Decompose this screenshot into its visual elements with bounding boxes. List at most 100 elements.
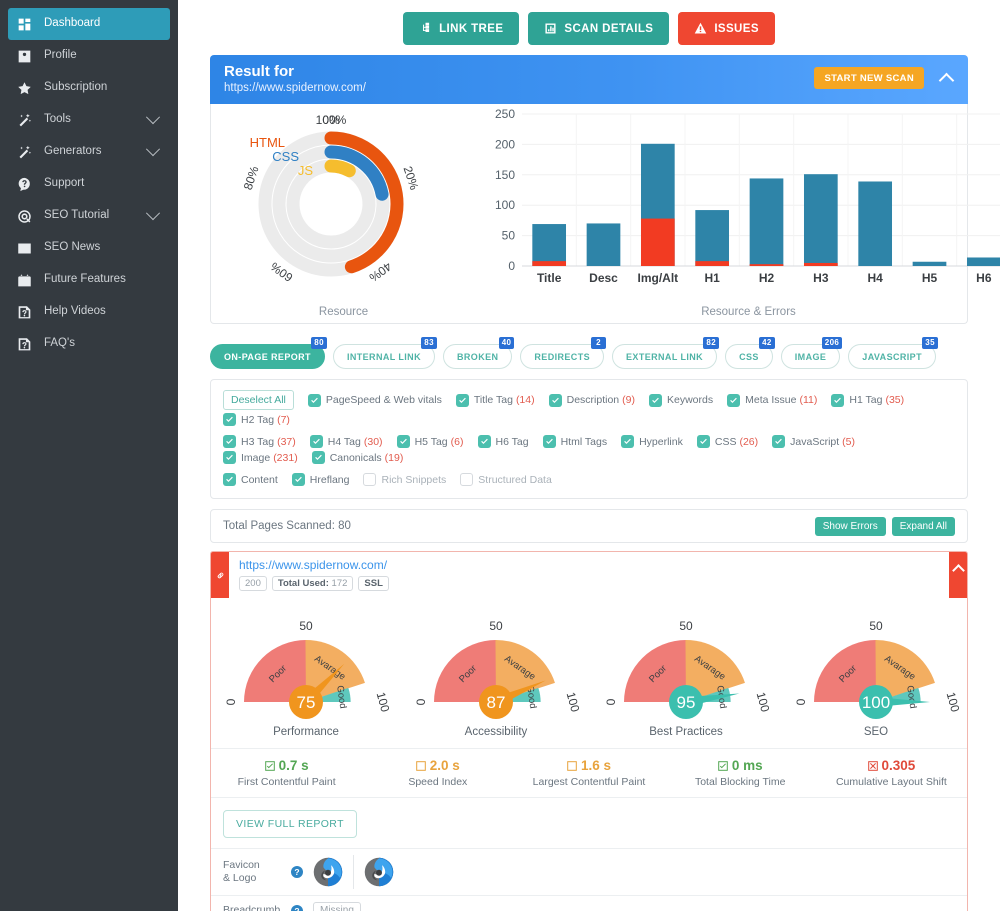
sidebar-item-seo-news[interactable]: SEO News [8, 232, 170, 264]
tab-label: IMAGE [794, 351, 827, 362]
grid-icon [16, 16, 33, 33]
filter-checkbox-javascript[interactable]: JavaScript (5) [772, 435, 855, 448]
checked-checkbox-icon [831, 393, 845, 407]
topbar-issues-button[interactable]: ISSUES [678, 12, 775, 45]
page-result-body: Poor Avarage Good 0 50 100 75 Performance Poor Av… [211, 598, 967, 911]
bar-chart-svg: 0 50 100 150 200 250 Title Desc Img/Alt H1 H2 H3 H4 H… [495, 107, 1000, 285]
sidebar-item-subscription[interactable]: Subscription [8, 72, 170, 104]
checked-checkbox-icon [772, 435, 786, 448]
bar-segment-errors [695, 261, 730, 266]
sidebar-item-support[interactable]: Support [8, 168, 170, 200]
tab-badge: 80 [311, 337, 327, 349]
expand-all-button[interactable]: Expand All [891, 516, 955, 536]
page-result-url[interactable]: https://www.spidernow.com/ [239, 558, 939, 572]
tab-javascript[interactable]: JAVASCRIPT 35 [848, 337, 938, 369]
filter-label: Description [566, 394, 620, 406]
sidebar-item-help-videos[interactable]: Help Videos [8, 296, 170, 328]
filter-checkbox-h1-tag[interactable]: H1 Tag (35) [831, 393, 904, 407]
deselect-all-button[interactable]: Deselect All [223, 390, 294, 410]
chevron-down-icon[interactable] [145, 206, 161, 221]
tab-broken[interactable]: BROKEN 40 [443, 337, 515, 369]
filter-label: PageSpeed & Web vitals [325, 394, 442, 406]
filter-checkbox-h3-tag[interactable]: H3 Tag (37) [223, 435, 296, 448]
filter-label: H2 Tag [241, 413, 275, 426]
filter-checkbox-pagespeed-web-vitals[interactable]: PageSpeed & Web vitals [307, 393, 442, 407]
filter-checkbox-h2-tag[interactable]: H2 Tag (7) [223, 413, 290, 426]
sidebar-item-generators[interactable]: Generators [8, 136, 170, 168]
filter-row: Deselect All PageSpeed & Web vitals Title … [223, 390, 955, 426]
filter-label: H4 Tag [327, 435, 361, 448]
tab-on-page-report[interactable]: ON-PAGE REPORT 80 [210, 337, 327, 369]
result-header: Result for https://www.spidernow.com/ ST… [210, 55, 968, 104]
metric-label: First Contentful Paint [237, 776, 336, 788]
collapse-row-button[interactable] [949, 552, 967, 598]
metric-value-wrap: 1.6 s [513, 758, 664, 773]
topbar-link-tree-button[interactable]: LINK TREE [403, 12, 520, 45]
filter-checkbox-html-tags[interactable]: Html Tags [542, 435, 607, 448]
show-errors-button[interactable]: Show Errors [814, 516, 886, 536]
view-full-report-button[interactable]: VIEW FULL REPORT [223, 810, 357, 838]
sidebar-item-profile[interactable]: Profile [8, 40, 170, 72]
tab-external-link[interactable]: EXTERNAL LINK 82 [612, 337, 720, 369]
gauge-label: SEO [863, 726, 889, 738]
page-result-info: https://www.spidernow.com/ 200 Total Use… [229, 552, 949, 598]
chevron-down-icon[interactable] [145, 110, 161, 125]
sidebar-item-dashboard[interactable]: Dashboard [8, 8, 170, 40]
filter-checkbox-h5-tag[interactable]: H5 Tag (6) [396, 435, 464, 448]
gauge-mid-label: 50 [679, 619, 693, 633]
total-used-tag: Total Used: 172 [271, 576, 354, 591]
filter-label: JavaScript [790, 435, 840, 448]
filter-checkbox-hyperlink[interactable]: Hyperlink [621, 435, 683, 448]
chevron-down-icon[interactable] [145, 142, 161, 157]
sidebar-item-tools[interactable]: Tools [8, 104, 170, 136]
radial-series-label: HTML [250, 135, 285, 150]
gauge-max-label: 100 [374, 691, 393, 714]
tab-redirects[interactable]: REDIRECTS 2 [520, 337, 607, 369]
filter-checkbox-content[interactable]: Content [223, 473, 278, 486]
tab-badge: 42 [759, 337, 775, 349]
filter-label: Hreflang [309, 473, 350, 486]
gauge-value: 87 [487, 693, 506, 712]
favicon-logo-label: Favicon & Logo [223, 858, 260, 884]
metric-label: Cumulative Layout Shift [835, 776, 947, 788]
metric-largest-contentful-paint: 1.6 s Largest Contentful Paint [513, 758, 664, 788]
bar-y-tick: 100 [495, 198, 515, 212]
tab-image[interactable]: IMAGE 206 [780, 337, 843, 369]
filter-checkbox-hreflang[interactable]: Hreflang [291, 473, 350, 486]
checked-checkbox-icon [307, 393, 321, 407]
sidebar-item-label: Profile [44, 49, 77, 62]
sidebar-item-label: Dashboard [44, 17, 101, 30]
gauge-min-label: 0 [224, 698, 238, 705]
x-square-icon [867, 760, 878, 771]
sidebar-item-faq-s[interactable]: FAQ's [8, 328, 170, 360]
filter-checkbox-h4-tag[interactable]: H4 Tag (30) [309, 435, 383, 448]
filter-checkbox-title-tag[interactable]: Title Tag (14) [455, 393, 535, 407]
start-new-scan-button[interactable]: START NEW SCAN [814, 67, 924, 89]
filter-checkbox-keywords[interactable]: Keywords [649, 393, 713, 407]
bar-segment-total [586, 223, 621, 266]
tab-css[interactable]: CSS 42 [725, 337, 775, 369]
gauge-seo: Poor Avarage Good 0 50 100 100 SEO [781, 604, 967, 738]
topbar-scan-details-button[interactable]: SCAN DETAILS [528, 12, 670, 45]
filter-checkbox-structured-data[interactable]: Structured Data [460, 473, 552, 486]
bar-chart-caption: Resource & Errors [701, 306, 796, 318]
filter-checkbox-meta-issue[interactable]: Meta Issue (11) [727, 393, 817, 407]
bar-segment-total [803, 174, 838, 266]
checked-checkbox-icon [696, 435, 710, 448]
sidebar-item-future-features[interactable]: Future Features [8, 264, 170, 296]
filter-checkbox-description[interactable]: Description (9) [548, 393, 635, 407]
breadcrumb-help-icon[interactable]: ? [291, 904, 303, 911]
question-bubble-icon [16, 176, 33, 193]
tab-internal-link[interactable]: INTERNAL LINK 83 [332, 337, 437, 369]
filter-checkbox-rich-snippets[interactable]: Rich Snippets [363, 473, 446, 486]
sidebar-item-label: Help Videos [44, 305, 106, 318]
filter-checkbox-h6-tag[interactable]: H6 Tag [477, 435, 529, 448]
bar-segment-errors [803, 262, 838, 266]
favicon-help-icon[interactable]: ? [291, 866, 303, 878]
filter-checkbox-css[interactable]: CSS (26) [696, 435, 758, 448]
filter-checkbox-image[interactable]: Image (231) [223, 451, 298, 464]
sidebar-item-seo-tutorial[interactable]: SEO Tutorial [8, 200, 170, 232]
filter-checkbox-canonicals[interactable]: Canonicals (19) [311, 451, 403, 464]
sidebar-item-label: Future Features [44, 273, 126, 286]
gauge-min-label: 0 [414, 698, 428, 705]
